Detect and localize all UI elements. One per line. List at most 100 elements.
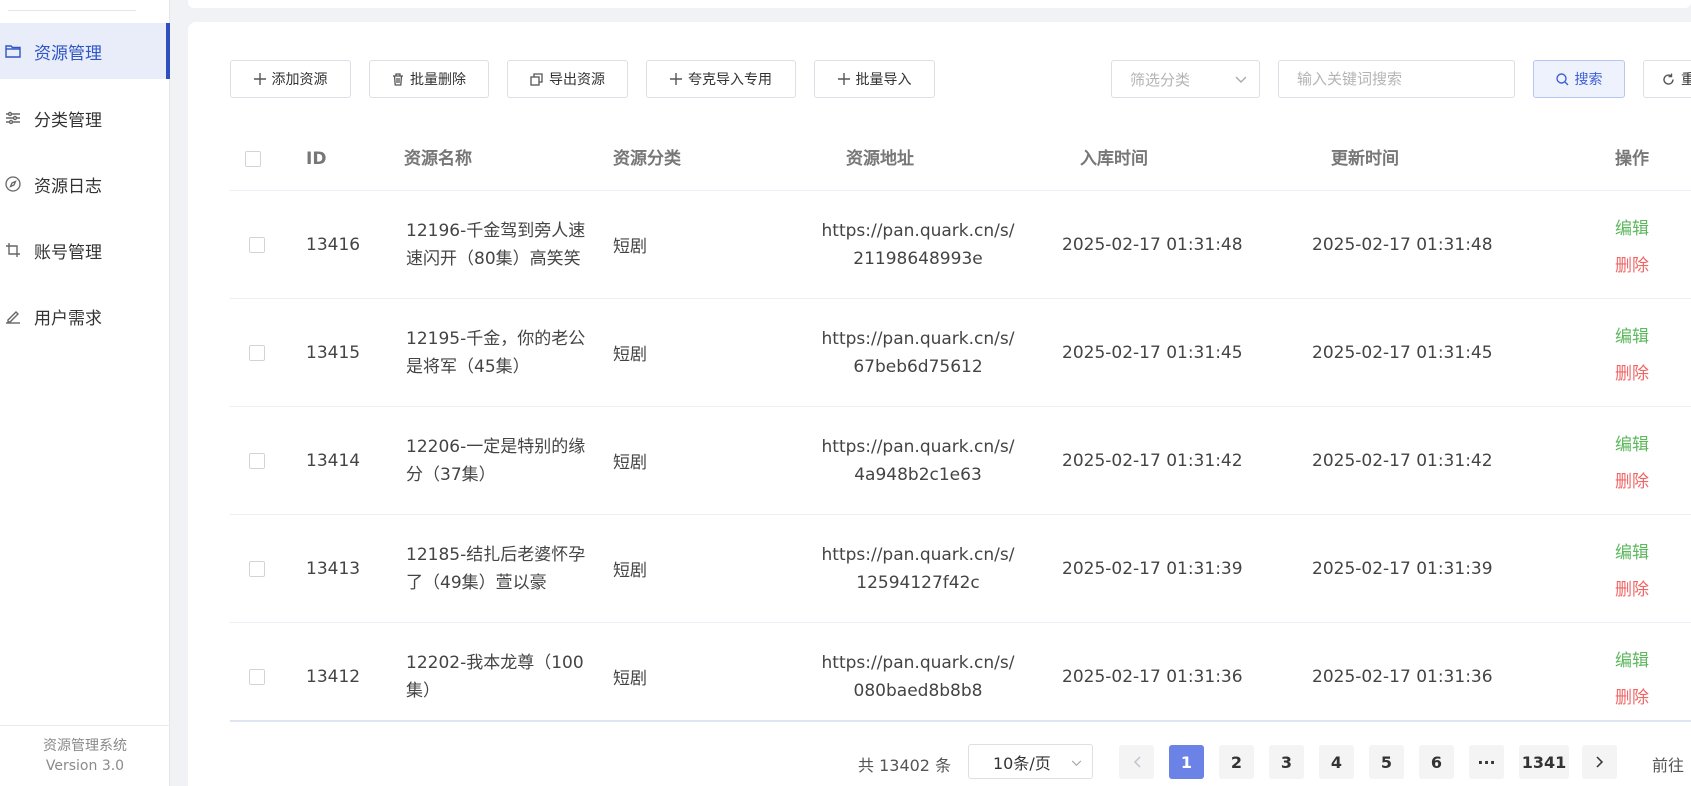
row-actions: 编辑 删除 <box>1615 191 1649 298</box>
row-updated: 2025-02-17 01:31:45 <box>1312 342 1493 363</box>
row-checkbox[interactable] <box>249 515 265 622</box>
page-button-1[interactable]: 1 <box>1169 745 1204 779</box>
row-name: 12195-千金，你的老公是将军（45集） <box>406 328 586 377</box>
reset-button[interactable]: 重 <box>1643 60 1691 98</box>
sidebar-item-label: 分类管理 <box>34 110 102 131</box>
export-resource-button[interactable]: 导出资源 <box>507 60 628 98</box>
batch-delete-button[interactable]: 批量删除 <box>369 60 489 98</box>
chevron-left-icon <box>1133 753 1141 772</box>
row-actions: 编辑 删除 <box>1615 407 1649 514</box>
prev-page-button[interactable] <box>1119 745 1154 779</box>
keyword-search-input[interactable] <box>1278 60 1515 98</box>
search-button[interactable]: 搜索 <box>1533 60 1625 98</box>
row-name: 12196-千金驾到旁人速速闪开（80集）高笑笑 <box>406 220 586 269</box>
page-button-6[interactable]: 6 <box>1419 745 1454 779</box>
row-checkbox[interactable] <box>249 299 265 406</box>
edit-link[interactable]: 编辑 <box>1615 646 1649 671</box>
row-checkbox[interactable] <box>249 191 265 298</box>
delete-link[interactable]: 删除 <box>1615 683 1649 708</box>
row-url: https://pan.quark.cn/s/12594127f42c <box>821 544 1015 593</box>
row-actions: 编辑 删除 <box>1615 623 1649 730</box>
column-header-url: 资源地址 <box>846 149 914 169</box>
delete-link[interactable]: 删除 <box>1615 359 1649 384</box>
row-url: https://pan.quark.cn/s/21198648993e <box>821 220 1015 269</box>
page-button-5[interactable]: 5 <box>1369 745 1404 779</box>
page-button-2[interactable]: 2 <box>1219 745 1254 779</box>
sidebar-item-resource-management[interactable]: 资源管理 <box>0 23 170 79</box>
total-count: 共 13402 条 <box>858 756 952 775</box>
trash-icon <box>392 72 404 86</box>
batch-import-button[interactable]: 批量导入 <box>814 60 935 98</box>
row-name: 12185-结扎后老婆怀孕了（49集）萱以豪 <box>406 544 586 593</box>
sidebar-item-resource-log[interactable]: 资源日志 <box>0 156 170 212</box>
plus-icon <box>253 73 266 85</box>
edit-link[interactable]: 编辑 <box>1615 430 1649 455</box>
page-ellipsis[interactable]: ··· <box>1469 745 1504 779</box>
column-header-created: 入库时间 <box>1080 149 1148 169</box>
row-created: 2025-02-17 01:31:42 <box>1062 450 1243 471</box>
column-header-id: ID <box>306 149 327 169</box>
edit-link[interactable]: 编辑 <box>1615 322 1649 347</box>
row-updated: 2025-02-17 01:31:39 <box>1312 558 1493 579</box>
row-category: 短剧 <box>613 561 647 581</box>
column-header-ops: 操作 <box>1615 149 1649 169</box>
row-checkbox[interactable] <box>249 623 265 730</box>
row-name: 12202-我本龙尊（100集） <box>406 652 584 701</box>
row-id: 13413 <box>306 558 361 579</box>
row-checkbox[interactable] <box>249 407 265 514</box>
row-url: https://pan.quark.cn/s/4a948b2c1e63 <box>821 436 1015 485</box>
quark-import-label: 夸克导入专用 <box>688 72 772 88</box>
row-category: 短剧 <box>613 669 647 689</box>
search-icon <box>1555 72 1569 86</box>
row-category: 短剧 <box>613 345 647 365</box>
sidebar-item-category-management[interactable]: 分类管理 <box>0 90 170 146</box>
row-id: 13415 <box>306 342 361 363</box>
export-resource-label: 导出资源 <box>549 72 605 88</box>
next-page-button[interactable] <box>1582 745 1617 779</box>
page-button-4[interactable]: 4 <box>1319 745 1354 779</box>
chevron-down-icon <box>1235 70 1247 88</box>
row-actions: 编辑 删除 <box>1615 515 1649 622</box>
page-size-select[interactable]: 10条/页 <box>968 744 1093 779</box>
pagination: 共 13402 条 10条/页 1 2 3 4 5 6 ··· 1341 前往 <box>0 742 1691 782</box>
reset-label: 重 <box>1681 72 1691 88</box>
row-created: 2025-02-17 01:31:45 <box>1062 342 1243 363</box>
quark-import-button[interactable]: 夸克导入专用 <box>646 60 796 98</box>
add-resource-button[interactable]: 添加资源 <box>230 60 351 98</box>
row-created: 2025-02-17 01:31:48 <box>1062 234 1243 255</box>
page-button-3[interactable]: 3 <box>1269 745 1304 779</box>
sidebar-item-label: 用户需求 <box>34 308 102 329</box>
delete-link[interactable]: 删除 <box>1615 467 1649 492</box>
select-all-checkbox[interactable] <box>245 151 261 167</box>
table-row: 13414 12206-一定是特别的缘分（37集） 短剧 https://pan… <box>230 407 1691 515</box>
delete-link[interactable]: 删除 <box>1615 575 1649 600</box>
row-url: https://pan.quark.cn/s/080baed8b8b8 <box>821 652 1015 701</box>
page-size-value: 10条/页 <box>993 753 1051 773</box>
sidebar-item-user-requests[interactable]: 用户需求 <box>0 288 170 344</box>
row-category: 短剧 <box>613 453 647 473</box>
category-filter-placeholder: 筛选分类 <box>1130 70 1191 89</box>
chevron-down-icon <box>1071 752 1082 771</box>
chevron-right-icon <box>1595 753 1604 772</box>
compass-icon <box>4 175 22 193</box>
folder-icon <box>4 42 22 60</box>
table-row: 13416 12196-千金驾到旁人速速闪开（80集）高笑笑 短剧 https:… <box>230 191 1691 299</box>
sliders-icon <box>4 109 22 127</box>
row-actions: 编辑 删除 <box>1615 299 1649 406</box>
sidebar-item-label: 资源管理 <box>34 43 102 64</box>
batch-import-label: 批量导入 <box>855 72 912 88</box>
row-name: 12206-一定是特别的缘分（37集） <box>406 436 586 485</box>
sidebar-item-label: 账号管理 <box>34 242 102 263</box>
category-filter-select[interactable]: 筛选分类 <box>1111 60 1260 98</box>
row-id: 13412 <box>306 666 361 687</box>
sidebar-item-account-management[interactable]: 账号管理 <box>0 222 170 278</box>
page-button-last[interactable]: 1341 <box>1519 745 1569 779</box>
plus-icon <box>837 73 850 85</box>
edit-link[interactable]: 编辑 <box>1615 214 1649 239</box>
goto-label: 前往 <box>1652 756 1685 775</box>
delete-link[interactable]: 删除 <box>1615 251 1649 276</box>
edit-link[interactable]: 编辑 <box>1615 538 1649 563</box>
crop-icon <box>4 241 22 259</box>
row-updated: 2025-02-17 01:31:42 <box>1312 450 1493 471</box>
copy-icon <box>530 72 543 86</box>
